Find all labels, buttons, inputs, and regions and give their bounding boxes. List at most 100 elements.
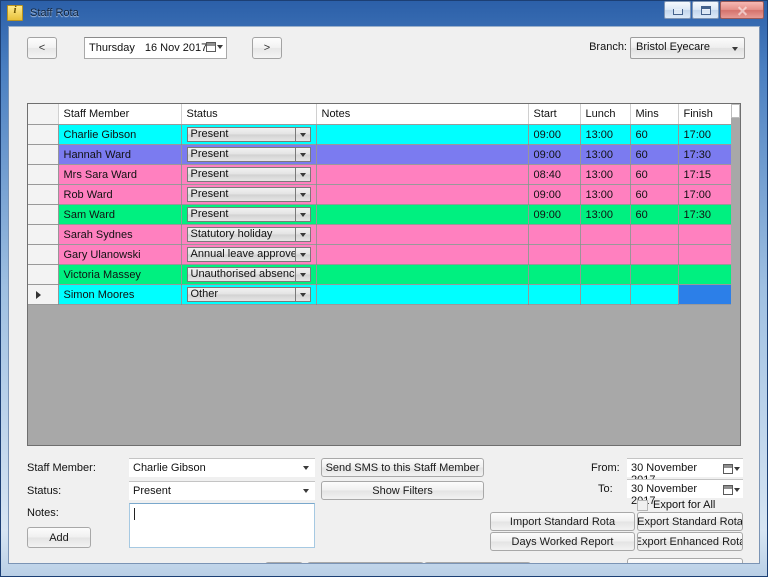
cell-status[interactable]: Present xyxy=(181,204,317,225)
status-dropdown-button[interactable] xyxy=(294,168,310,181)
cell-finish[interactable]: 17:00 xyxy=(678,124,734,145)
previous-day-button[interactable]: < xyxy=(27,37,57,59)
table-row[interactable]: Victoria Massey Unauthorised absence xyxy=(28,264,734,285)
status-dropdown[interactable]: Annual leave approved xyxy=(186,247,311,262)
status-dropdown[interactable]: Present xyxy=(186,147,311,162)
export-standard-rota-button[interactable]: Export Standard Rota xyxy=(637,512,743,531)
cell-lunch[interactable]: 13:00 xyxy=(580,144,631,165)
cell-staff-member[interactable]: Gary Ulanowski xyxy=(58,244,182,265)
cell-status[interactable]: Present xyxy=(181,184,317,205)
cell-finish[interactable]: 17:00 xyxy=(678,184,734,205)
cell-mins[interactable]: 60 xyxy=(630,124,679,145)
block-duplicate-button[interactable]: Block Duplicate xyxy=(424,562,531,563)
cell-mins[interactable] xyxy=(630,264,679,285)
cell-start[interactable] xyxy=(528,244,581,265)
status-dropdown[interactable]: Present xyxy=(186,187,311,202)
row-selector-cell[interactable] xyxy=(28,184,59,205)
duplicate-to-date-picker[interactable]: 30 November 2017 xyxy=(129,563,261,564)
status-dropdown[interactable]: Unauthorised absence xyxy=(186,267,311,282)
cell-lunch[interactable] xyxy=(580,224,631,245)
cell-lunch[interactable] xyxy=(580,244,631,265)
grid-col-lunch[interactable]: Lunch xyxy=(580,104,631,125)
table-row[interactable]: Mrs Sara Ward Present 08:40 13:00 60 17:15 xyxy=(28,164,734,185)
cell-status[interactable]: Annual leave approved xyxy=(181,244,317,265)
cell-notes[interactable] xyxy=(316,124,529,145)
table-row[interactable]: Gary Ulanowski Annual leave approved xyxy=(28,244,734,265)
send-sms-button[interactable]: Send SMS to this Staff Member xyxy=(321,458,484,477)
cell-start[interactable] xyxy=(528,284,581,305)
cell-status[interactable]: Other xyxy=(181,284,317,305)
cell-mins[interactable]: 60 xyxy=(630,144,679,165)
cell-staff-member[interactable]: Sam Ward xyxy=(58,204,182,225)
export-to-date-picker[interactable]: 30 November 2017 xyxy=(627,479,743,507)
cell-finish[interactable] xyxy=(678,284,734,305)
status-dropdown[interactable]: Present xyxy=(186,167,311,182)
table-row[interactable]: Sam Ward Present 09:00 13:00 60 17:30 xyxy=(28,204,734,225)
multiple-duplicate-button[interactable]: Multiple Duplicate xyxy=(307,562,424,563)
row-selector-cell[interactable] xyxy=(28,224,59,245)
cell-staff-member[interactable]: Victoria Massey xyxy=(58,264,182,285)
cell-staff-member[interactable]: Hannah Ward xyxy=(58,144,182,165)
grid-col-start[interactable]: Start xyxy=(528,104,581,125)
days-worked-report-button[interactable]: Days Worked Report xyxy=(490,532,635,551)
cell-finish[interactable] xyxy=(678,244,734,265)
grid-col-status[interactable]: Status xyxy=(181,104,317,125)
row-selector-cell[interactable] xyxy=(28,264,59,285)
grid-vertical-scrollbar[interactable] xyxy=(731,104,740,445)
export-enhanced-rota-button[interactable]: Export Enhanced Rota xyxy=(637,532,743,551)
grid-col-notes[interactable]: Notes xyxy=(316,104,529,125)
cell-status[interactable]: Present xyxy=(181,144,317,165)
cell-lunch[interactable] xyxy=(580,264,631,285)
cell-staff-member[interactable]: Sarah Sydnes xyxy=(58,224,182,245)
cell-start[interactable] xyxy=(528,264,581,285)
row-selector-cell[interactable] xyxy=(28,244,59,265)
date-dropdown-control[interactable] xyxy=(723,485,740,495)
cell-finish[interactable]: 17:30 xyxy=(678,144,734,165)
table-row[interactable]: Simon Moores Other xyxy=(28,284,734,305)
add-button[interactable]: Add xyxy=(27,527,91,548)
status-dropdown-button[interactable] xyxy=(294,268,310,281)
next-day-button[interactable]: > xyxy=(252,37,282,59)
cell-mins[interactable] xyxy=(630,244,679,265)
cell-start[interactable] xyxy=(528,224,581,245)
cell-lunch[interactable]: 13:00 xyxy=(580,204,631,225)
export-all-branches-checkbox[interactable] xyxy=(637,500,648,511)
cell-notes[interactable] xyxy=(316,284,529,305)
notes-input[interactable] xyxy=(129,503,315,548)
grid-col-staff-member[interactable]: Staff Member xyxy=(58,104,182,125)
cell-start[interactable]: 09:00 xyxy=(528,204,581,225)
status-dropdown-button[interactable] xyxy=(294,248,310,261)
status-dropdown-button[interactable] xyxy=(294,208,310,221)
cell-start[interactable]: 09:00 xyxy=(528,144,581,165)
status-dropdown-button[interactable] xyxy=(294,228,310,241)
cell-notes[interactable] xyxy=(316,164,529,185)
maximize-button[interactable] xyxy=(692,1,719,19)
table-row[interactable]: Charlie Gibson Present 09:00 13:00 60 17:00 xyxy=(28,124,734,145)
status-dropdown[interactable]: Present xyxy=(186,127,311,142)
cell-notes[interactable] xyxy=(316,224,529,245)
row-selector-cell[interactable] xyxy=(28,124,59,145)
close-window-button[interactable] xyxy=(720,1,764,19)
cell-lunch[interactable] xyxy=(580,284,631,305)
row-selector-cell[interactable] xyxy=(28,164,59,185)
status-dropdown[interactable]: Other xyxy=(186,287,311,302)
row-selector-cell[interactable] xyxy=(28,144,59,165)
cell-start[interactable]: 08:40 xyxy=(528,164,581,185)
staff-member-select[interactable]: Charlie Gibson xyxy=(129,458,315,477)
cell-lunch[interactable]: 13:00 xyxy=(580,124,631,145)
rota-grid-container[interactable]: Staff Member Status Notes Start Lunch Mi… xyxy=(27,103,741,446)
minimize-button[interactable] xyxy=(664,1,691,19)
cell-start[interactable]: 09:00 xyxy=(528,184,581,205)
cell-staff-member[interactable]: Simon Moores xyxy=(58,284,182,305)
export-from-date-picker[interactable]: 30 November 2017 xyxy=(627,458,743,486)
cell-staff-member[interactable]: Rob Ward xyxy=(58,184,182,205)
scrollbar-thumb[interactable] xyxy=(731,104,740,118)
status-dropdown[interactable]: Present xyxy=(186,207,311,222)
cell-status[interactable]: Present xyxy=(181,124,317,145)
status-dropdown-button[interactable] xyxy=(294,128,310,141)
cell-notes[interactable] xyxy=(316,244,529,265)
status-select[interactable]: Present xyxy=(129,481,315,500)
grid-col-mins[interactable]: Mins xyxy=(630,104,679,125)
cell-status[interactable]: Present xyxy=(181,164,317,185)
row-selector-cell[interactable] xyxy=(28,284,59,305)
